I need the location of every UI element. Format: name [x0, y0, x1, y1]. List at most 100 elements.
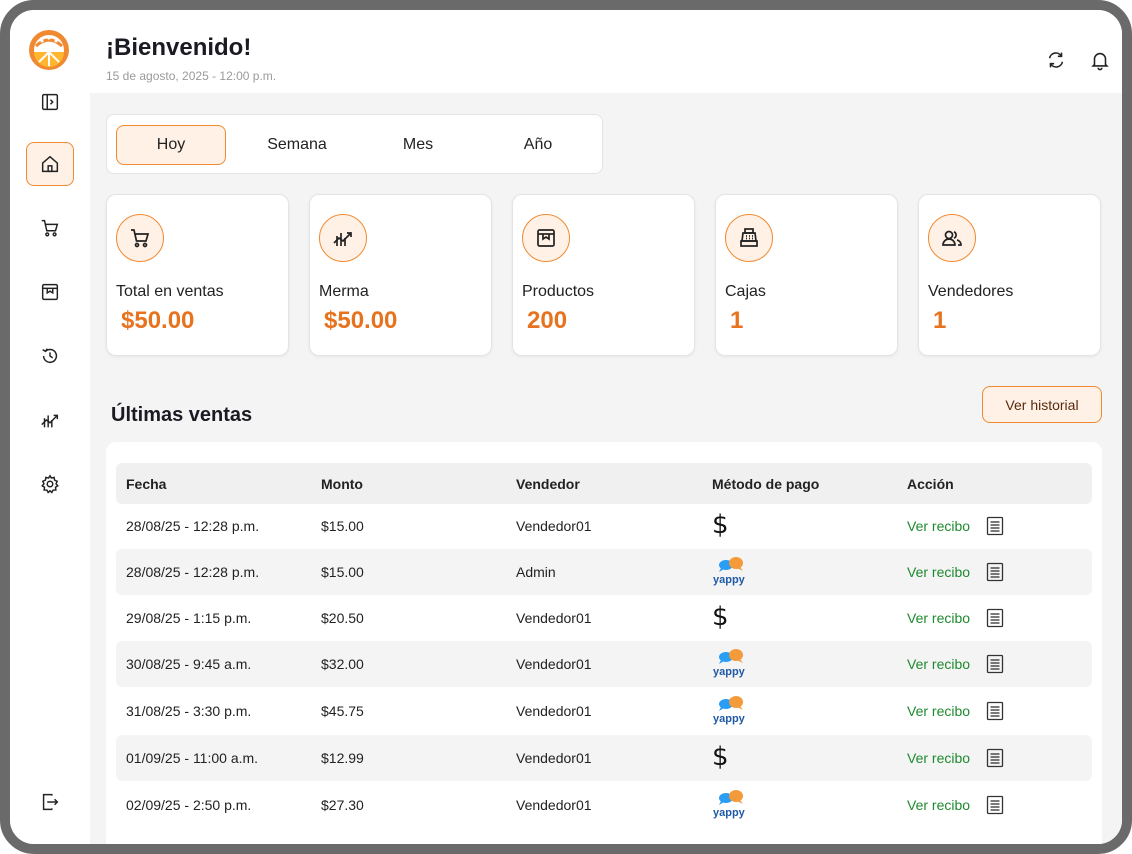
sidebar-toggle-button[interactable] — [26, 80, 74, 124]
cash-icon: $ — [712, 742, 729, 772]
receipt-icon[interactable] — [986, 608, 1004, 628]
refresh-icon — [1048, 52, 1064, 68]
yappy-label: yappy — [713, 807, 746, 819]
tab-hoy[interactable]: Hoy — [116, 125, 226, 165]
sales-table: Fecha Monto Vendedor Método de pago Acci… — [106, 442, 1102, 844]
tab-mes[interactable]: Mes — [363, 125, 473, 165]
card-label: Total en ventas — [116, 283, 224, 300]
receipt-icon[interactable] — [986, 654, 1004, 674]
sidebar-item-home[interactable] — [26, 142, 74, 186]
card-value: 1 — [730, 307, 744, 334]
table-row: 30/08/25 - 9:45 a.m. $32.00 Vendedor01 yapp… — [116, 641, 1092, 687]
sidebar-item-products[interactable] — [26, 270, 74, 314]
ver-recibo-link[interactable]: Ver recibo — [907, 750, 970, 766]
cell-amount: $12.99 — [321, 750, 364, 766]
period-tabs: Hoy Semana Mes Año — [106, 114, 603, 174]
cell-amount: $15.00 — [321, 564, 364, 580]
box-icon — [522, 214, 570, 262]
yappy-logo: yappy — [712, 694, 752, 728]
header: ¡Bienvenido! 15 de agosto, 2025 - 12:00 … — [90, 10, 1122, 93]
gear-icon — [41, 474, 59, 494]
table-row: 29/08/25 - 1:15 p.m. $20.50 Vendedor01 $ Ver… — [116, 595, 1092, 641]
cell-seller: Vendedor01 — [516, 797, 592, 813]
cell-date: 28/08/25 - 12:28 p.m. — [126, 564, 260, 580]
yappy-label: yappy — [713, 666, 746, 678]
receipt-icon[interactable] — [986, 748, 1004, 768]
logo — [25, 28, 73, 70]
sidebar-item-analytics[interactable] — [26, 398, 74, 442]
card-value: $50.00 — [121, 307, 195, 334]
cart-icon — [41, 219, 59, 237]
cell-amount: $20.50 — [321, 610, 364, 626]
card-value: 200 — [527, 307, 568, 334]
cell-seller: Vendedor01 — [516, 703, 592, 719]
ver-historial-button[interactable]: Ver historial — [982, 386, 1102, 423]
yappy-label: yappy — [713, 713, 746, 725]
card-vendedores: Vendedores 1 — [918, 194, 1101, 356]
receipt-icon[interactable] — [986, 701, 1004, 721]
main-content: Hoy Semana Mes Año Total en ventas $50.0… — [90, 93, 1122, 844]
sidebar-item-logout[interactable] — [26, 780, 74, 824]
cell-seller: Vendedor01 — [516, 518, 592, 534]
cell-amount: $32.00 — [321, 656, 364, 672]
card-cajas: Cajas 1 — [715, 194, 898, 356]
cell-date: 29/08/25 - 1:15 p.m. — [126, 610, 252, 626]
tab-semana[interactable]: Semana — [242, 125, 352, 165]
section-title: Últimas ventas — [111, 404, 253, 426]
refresh-button[interactable] — [1044, 48, 1068, 72]
card-label: Productos — [522, 283, 595, 300]
column-header: Acción — [907, 476, 954, 492]
cash-icon: $ — [712, 602, 729, 632]
card-merma: Merma $50.00 — [309, 194, 492, 356]
page-title: ¡Bienvenido! — [106, 34, 252, 61]
sidebar — [10, 10, 90, 844]
history-icon — [42, 348, 58, 364]
chart-icon — [41, 414, 59, 428]
table-header: Fecha Monto Vendedor Método de pago Acci… — [116, 463, 1092, 504]
cell-amount: $15.00 — [321, 518, 364, 534]
receipt-icon[interactable] — [986, 562, 1004, 582]
home-icon — [41, 155, 59, 173]
app-window: ¡Bienvenido! 15 de agosto, 2025 - 12:00 … — [0, 0, 1132, 854]
sidebar-item-settings[interactable] — [26, 462, 74, 506]
card-value: $50.00 — [324, 307, 398, 334]
bell-icon — [1091, 52, 1109, 71]
logout-icon — [42, 793, 59, 811]
cell-date: 01/09/25 - 11:00 a.m. — [126, 750, 259, 766]
card-total-ventas: Total en ventas $50.00 — [106, 194, 289, 356]
cell-amount: $27.30 — [321, 797, 364, 813]
ver-recibo-link[interactable]: Ver recibo — [907, 564, 970, 580]
chart-icon — [319, 214, 367, 262]
yappy-logo: yappy — [712, 647, 752, 681]
receipt-icon[interactable] — [986, 795, 1004, 815]
tab-ano[interactable]: Año — [483, 125, 593, 165]
sidebar-toggle-icon — [41, 93, 59, 111]
sidebar-item-history[interactable] — [26, 334, 74, 378]
ver-recibo-link[interactable]: Ver recibo — [907, 797, 970, 813]
table-row: 01/09/25 - 11:00 a.m. $12.99 Vendedor01 $ Ve… — [116, 735, 1092, 781]
sidebar-item-cart[interactable] — [26, 206, 74, 250]
notifications-button[interactable] — [1088, 48, 1112, 72]
current-date: 15 de agosto, 2025 - 12:00 p.m. — [106, 69, 277, 83]
cell-date: 02/09/25 - 2:50 p.m. — [126, 797, 252, 813]
card-productos: Productos 200 — [512, 194, 695, 356]
cell-seller: Admin — [516, 564, 556, 580]
users-icon — [928, 214, 976, 262]
cell-date: 28/08/25 - 12:28 p.m. — [126, 518, 260, 534]
card-label: Cajas — [725, 283, 766, 300]
cell-seller: Vendedor01 — [516, 750, 592, 766]
ver-recibo-link[interactable]: Ver recibo — [907, 610, 970, 626]
yappy-label: yappy — [713, 574, 746, 586]
ver-recibo-link[interactable]: Ver recibo — [907, 656, 970, 672]
receipt-icon[interactable] — [986, 516, 1004, 536]
column-header: Vendedor — [516, 476, 580, 492]
cell-date: 30/08/25 - 9:45 a.m. — [126, 656, 252, 672]
ver-recibo-link[interactable]: Ver recibo — [907, 703, 970, 719]
ver-recibo-link[interactable]: Ver recibo — [907, 518, 970, 534]
card-label: Vendedores — [928, 283, 1014, 300]
column-header: Monto — [321, 476, 363, 492]
yappy-logo: yappy — [712, 555, 752, 589]
cell-seller: Vendedor01 — [516, 656, 592, 672]
column-header: Fecha — [126, 476, 167, 492]
box-icon — [41, 283, 59, 301]
